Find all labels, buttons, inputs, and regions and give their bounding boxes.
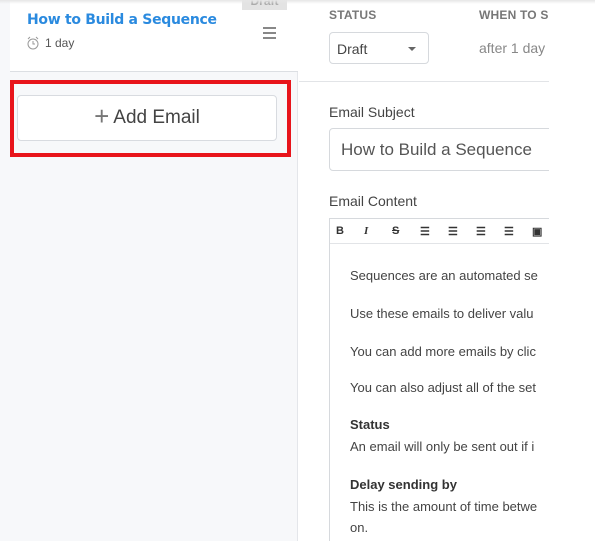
email-delay: 1 day: [26, 36, 74, 50]
content-line: Use these emails to deliver valu: [350, 306, 534, 321]
content-line: You can also adjust all of the set: [350, 380, 536, 395]
delay-heading: Delay sending by: [350, 477, 457, 492]
outdent-icon[interactable]: ☰: [476, 225, 504, 238]
content-line: This is the amount of time betwe: [350, 499, 538, 514]
numbered-list-icon[interactable]: ☰: [448, 225, 476, 238]
indent-icon[interactable]: ☰: [504, 225, 532, 238]
hamburger-menu-icon[interactable]: [263, 27, 276, 42]
caret-down-icon: [408, 47, 416, 55]
status-label: STATUS: [329, 8, 377, 22]
plus-icon: +: [94, 101, 110, 131]
rich-text-editor[interactable]: B I S ☰ ☰ ☰ ☰ ▣ Sequences are an automat…: [329, 218, 549, 541]
divider: [299, 81, 549, 82]
italic-button[interactable]: I: [364, 225, 392, 237]
content-label: Email Content: [329, 193, 417, 209]
content-line: You can add more emails by clic: [350, 344, 536, 359]
strikethrough-button[interactable]: S: [392, 225, 420, 237]
status-select[interactable]: Draft: [329, 32, 429, 64]
image-icon[interactable]: ▣: [532, 225, 549, 238]
when-value: after 1 day: [479, 40, 546, 56]
subject-label: Email Subject: [329, 104, 415, 120]
email-title[interactable]: How to Build a Sequence: [27, 12, 217, 28]
bold-button[interactable]: B: [336, 225, 364, 237]
sequence-sidebar: Draft How to Build a Sequence 1 day + Ad…: [0, 0, 298, 541]
top-shadow: [0, 0, 595, 4]
status-heading: Status: [350, 417, 390, 432]
status-value: Draft: [337, 41, 368, 57]
alarm-clock-icon: [27, 36, 39, 50]
add-email-button[interactable]: + Add Email: [17, 95, 277, 141]
editor-toolbar: B I S ☰ ☰ ☰ ☰ ▣: [330, 219, 549, 244]
add-email-label: Add Email: [113, 107, 200, 128]
delay-text: 1 day: [45, 36, 75, 50]
content-line: An email will only be sent out if i: [350, 439, 535, 454]
email-editor-panel: STATUS WHEN TO S Draft after 1 day Email…: [299, 0, 549, 541]
bullet-list-icon[interactable]: ☰: [420, 225, 448, 238]
subject-input[interactable]: How to Build a Sequence: [329, 128, 549, 171]
when-label: WHEN TO S: [479, 8, 549, 22]
content-line: Sequences are an automated se: [350, 268, 538, 283]
sequence-email-card[interactable]: Draft How to Build a Sequence 1 day: [10, 0, 298, 72]
content-line: on.: [350, 520, 369, 535]
